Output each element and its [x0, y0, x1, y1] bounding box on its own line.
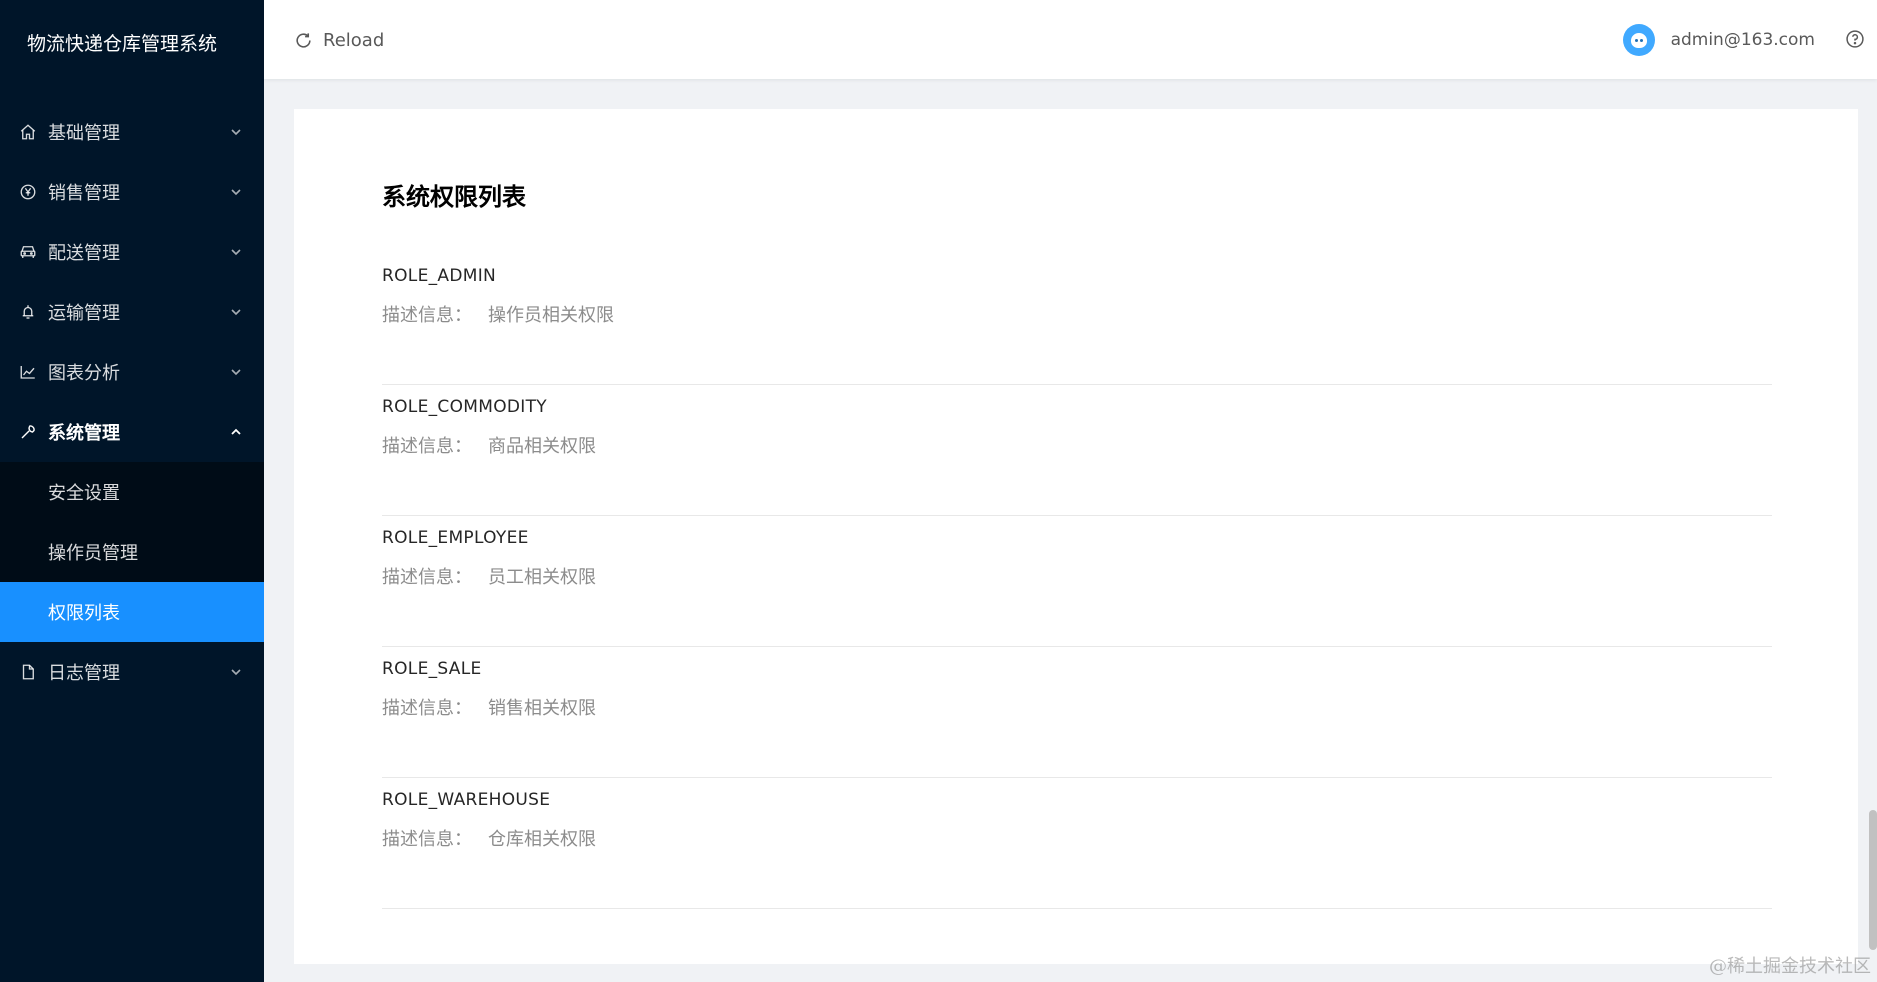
wrench-icon: [19, 423, 37, 441]
desc-value: 操作员相关权限: [488, 305, 614, 326]
avatar-icon: [1622, 24, 1655, 56]
chevron-down-icon: [230, 306, 242, 318]
menu-item-label: 运输管理: [48, 303, 120, 324]
menu-item-label: 图表分析: [48, 363, 120, 384]
chevron-down-icon: [230, 666, 242, 678]
role-description: 描述信息： 操作员相关权限: [382, 301, 614, 327]
desc-value: 销售相关权限: [488, 698, 596, 719]
car-icon: [19, 243, 37, 261]
sidebar: 物流快递仓库管理系统 基础管理 销售管理 配送管理 运输管理 图表分析 系统管理…: [0, 0, 264, 982]
submenu-item-operators[interactable]: 操作员管理: [0, 522, 264, 582]
role-description: 描述信息： 仓库相关权限: [382, 825, 596, 851]
desc-label: 描述信息：: [382, 829, 472, 850]
desc-label: 描述信息：: [382, 698, 472, 719]
list-item: ROLE_SALE 描述信息： 销售相关权限: [382, 647, 1772, 778]
bell-icon: [19, 303, 37, 321]
chevron-down-icon: [230, 126, 242, 138]
file-icon: [19, 663, 37, 681]
reload-button[interactable]: Reload: [294, 25, 384, 55]
role-list: ROLE_ADMIN 描述信息： 操作员相关权限 ROLE_COMMODITY …: [382, 254, 1772, 909]
top-header: Reload admin@163.com: [264, 0, 1877, 79]
sidebar-menu: 基础管理 销售管理 配送管理 运输管理 图表分析 系统管理 安全设置 操作员管理…: [0, 102, 264, 702]
user-menu[interactable]: admin@163.com: [1622, 24, 1815, 56]
reload-icon: [296, 32, 311, 48]
role-description: 描述信息： 商品相关权限: [382, 432, 596, 458]
chevron-down-icon: [230, 366, 242, 378]
chevron-down-icon: [230, 246, 242, 258]
desc-label: 描述信息：: [382, 436, 472, 457]
app-title: 物流快递仓库管理系统: [27, 33, 218, 55]
chevron-down-icon: [230, 186, 242, 198]
menu-item-label: 基础管理: [48, 123, 120, 144]
role-description: 描述信息： 销售相关权限: [382, 694, 596, 720]
role-name: ROLE_SALE: [382, 659, 482, 679]
system-submenu: 安全设置 操作员管理 权限列表: [0, 462, 264, 642]
role-name: ROLE_WAREHOUSE: [382, 790, 551, 810]
chevron-up-icon: [230, 426, 242, 438]
menu-item-label: 日志管理: [48, 663, 120, 684]
page-scrollbar[interactable]: [1869, 810, 1877, 950]
user-email: admin@163.com: [1670, 30, 1815, 50]
submenu-item-permissions[interactable]: 权限列表: [0, 582, 264, 642]
menu-item-system[interactable]: 系统管理: [0, 402, 264, 462]
menu-item-basic[interactable]: 基础管理: [0, 102, 264, 162]
content-card: 系统权限列表 ROLE_ADMIN 描述信息： 操作员相关权限 ROLE_COM…: [294, 109, 1858, 964]
role-name: ROLE_COMMODITY: [382, 397, 547, 417]
list-item: ROLE_WAREHOUSE 描述信息： 仓库相关权限: [382, 778, 1772, 909]
menu-item-sales[interactable]: 销售管理: [0, 162, 264, 222]
menu-item-label: 销售管理: [48, 183, 120, 204]
page-title: 系统权限列表: [382, 183, 526, 211]
desc-value: 仓库相关权限: [488, 829, 596, 850]
list-item: ROLE_ADMIN 描述信息： 操作员相关权限: [382, 254, 1772, 385]
menu-item-label: 配送管理: [48, 243, 120, 264]
desc-label: 描述信息：: [382, 305, 472, 326]
role-name: ROLE_ADMIN: [382, 266, 497, 286]
app-root: 物流快递仓库管理系统 基础管理 销售管理 配送管理 运输管理 图表分析 系统管理…: [0, 0, 1877, 982]
desc-label: 描述信息：: [382, 567, 472, 588]
menu-item-transport[interactable]: 运输管理: [0, 282, 264, 342]
role-description: 描述信息： 员工相关权限: [382, 563, 596, 589]
menu-item-charts[interactable]: 图表分析: [0, 342, 264, 402]
list-item: ROLE_EMPLOYEE 描述信息： 员工相关权限: [382, 516, 1772, 647]
submenu-item-security[interactable]: 安全设置: [0, 462, 264, 522]
yen-circle-icon: [19, 183, 37, 201]
desc-value: 员工相关权限: [488, 567, 596, 588]
role-name: ROLE_EMPLOYEE: [382, 528, 529, 548]
watermark: @稀土掘金技术社区: [1709, 956, 1871, 977]
desc-value: 商品相关权限: [488, 436, 596, 457]
reload-label: Reload: [323, 29, 385, 51]
home-icon: [19, 123, 37, 141]
menu-item-logs[interactable]: 日志管理: [0, 642, 264, 702]
menu-item-delivery[interactable]: 配送管理: [0, 222, 264, 282]
line-chart-icon: [19, 363, 37, 381]
menu-item-label: 系统管理: [48, 423, 120, 444]
list-item: ROLE_COMMODITY 描述信息： 商品相关权限: [382, 385, 1772, 516]
question-circle-icon[interactable]: [1845, 29, 1865, 49]
